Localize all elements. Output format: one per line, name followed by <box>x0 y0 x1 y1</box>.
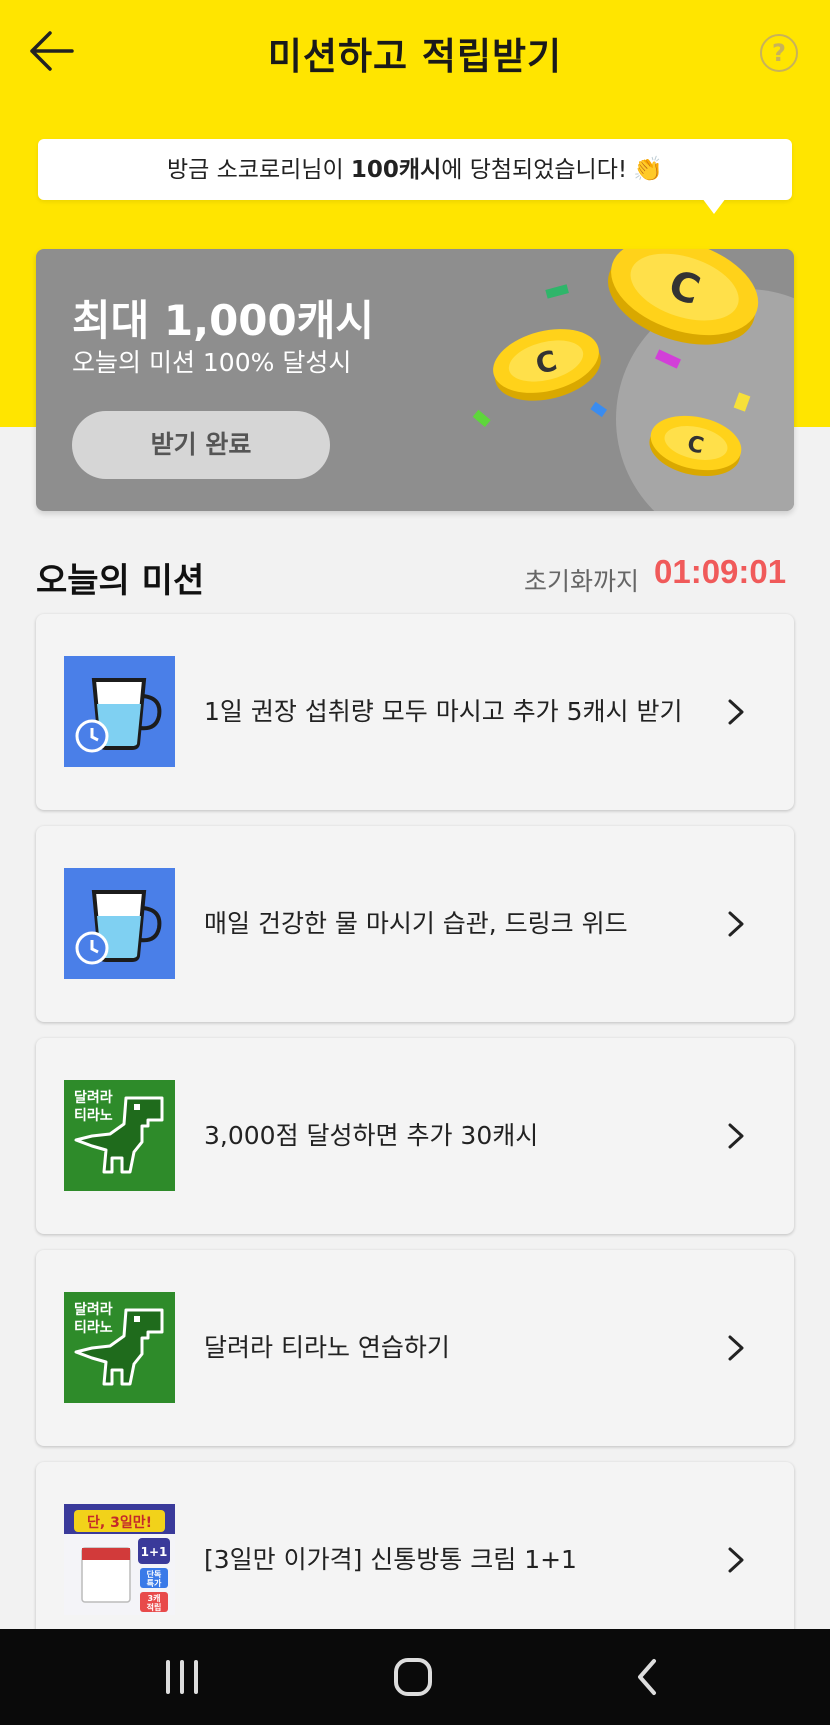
thumb-title-line2: 티라노 <box>74 1108 113 1124</box>
banner-subtitle: 오늘의 미션 100% 달성시 <box>72 348 352 377</box>
recent-apps-button[interactable] <box>142 1629 222 1725</box>
bubble-tail <box>702 198 726 214</box>
mission-card[interactable]: 1일 권장 섭취량 모두 마시고 추가 5캐시 받기 <box>36 614 794 810</box>
back-chevron-icon <box>638 1659 656 1695</box>
banner-title: 최대 1,000캐시 <box>72 296 375 345</box>
coin-small: C <box>649 415 742 477</box>
reset-label: 초기화까지 <box>524 567 640 596</box>
section-title: 오늘의 미션 <box>36 561 205 601</box>
winner-amount: 100캐시 <box>350 157 442 183</box>
winner-suffix: 에 당첨되었습니다! <box>441 157 628 183</box>
coin-medium: C <box>493 329 601 401</box>
water-cup-alarm-icon <box>64 868 175 979</box>
thumb-badge-line1: 3캐 <box>148 1593 161 1603</box>
mission-label: 매일 건강한 물 마시기 습관, 드링크 위드 <box>204 909 628 938</box>
winner-prefix: 방금 소코로리님이 <box>167 157 351 183</box>
reward-banner: C C C 최대 1,000캐시 오늘의 미션 100% 달성시 받기 완료 <box>36 249 794 511</box>
dino-run-game-icon: 달려라 티라노 <box>64 1080 175 1191</box>
confetti-piece <box>545 284 569 299</box>
chevron-right-icon <box>728 1547 744 1573</box>
confetti-piece <box>590 401 608 418</box>
mission-label: 달려라 티라노 연습하기 <box>204 1333 450 1362</box>
app-header: 미션하고 적립받기 ? <box>0 0 830 105</box>
confetti-piece <box>472 409 491 427</box>
thumb-offer-text: 1+1 <box>141 1545 168 1559</box>
help-button[interactable]: ? <box>760 34 798 72</box>
mission-label: 3,000점 달성하면 추가 30캐시 <box>204 1121 539 1150</box>
chevron-right-icon <box>728 1123 744 1149</box>
chevron-right-icon <box>728 1335 744 1361</box>
home-icon <box>394 1658 432 1696</box>
help-icon: ? <box>772 39 786 67</box>
dino-run-game-icon: 달려라 티라노 <box>64 1292 175 1403</box>
system-back-button[interactable] <box>608 1629 688 1725</box>
mission-card[interactable]: 달려라 티라노 3,000점 달성하면 추가 30캐시 <box>36 1038 794 1234</box>
coin-large: C <box>607 249 759 345</box>
mission-label: 1일 권장 섭취량 모두 마시고 추가 5캐시 받기 <box>204 697 683 726</box>
confetti-piece <box>655 349 681 369</box>
thumb-banner-text: 단, 3일만! <box>87 1514 152 1531</box>
thumb-badge-line2: 적립 <box>147 1602 162 1612</box>
thumb-title-line2: 티라노 <box>74 1320 113 1336</box>
cream-promo-thumbnail: 단, 3일만! 1+1 단독 특가 3캐 적립 <box>64 1504 175 1615</box>
recent-apps-icon <box>166 1660 198 1694</box>
home-button[interactable] <box>374 1629 454 1725</box>
thumb-title-line1: 달려라 <box>74 1089 113 1106</box>
winner-notification: 방금 소코로리님이 100캐시에 당첨되었습니다! 👏 <box>38 139 792 200</box>
clapping-hands-icon: 👏 <box>633 155 663 183</box>
system-navigation-bar <box>0 1629 830 1725</box>
thumb-badge-line1: 단독 <box>147 1569 162 1579</box>
chevron-right-icon <box>728 699 744 725</box>
claim-complete-button[interactable]: 받기 완료 <box>72 411 330 479</box>
reset-timer: 01:09:01 <box>654 553 787 590</box>
chevron-right-icon <box>728 911 744 937</box>
thumb-badge-line2: 특가 <box>147 1578 162 1588</box>
mission-card[interactable]: 매일 건강한 물 마시기 습관, 드링크 위드 <box>36 826 794 1022</box>
confetti-piece <box>733 392 751 412</box>
water-cup-alarm-icon <box>64 656 175 767</box>
page-title: 미션하고 적립받기 <box>267 35 563 78</box>
mission-card[interactable]: 달려라 티라노 달려라 티라노 연습하기 <box>36 1250 794 1446</box>
thumb-title-line1: 달려라 <box>74 1301 113 1318</box>
